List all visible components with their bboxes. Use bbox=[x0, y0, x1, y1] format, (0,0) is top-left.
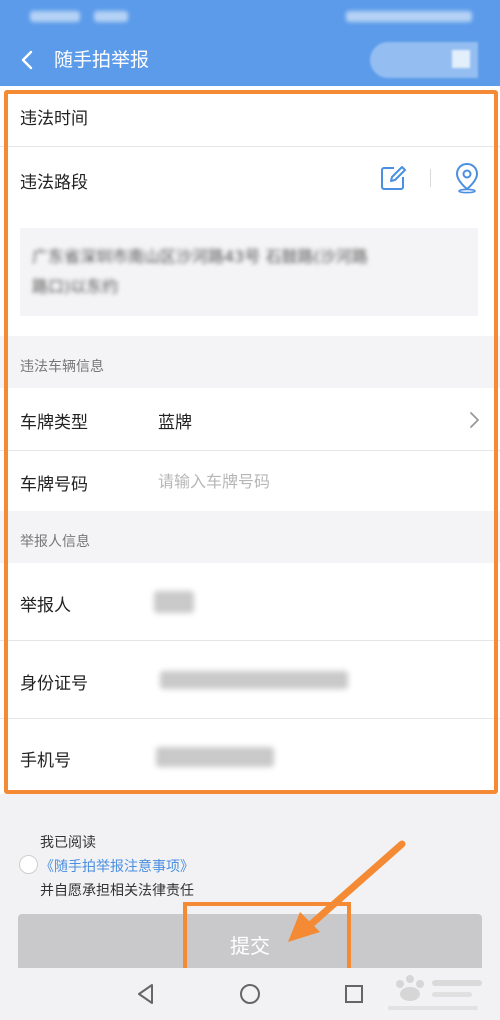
agreement-radio[interactable] bbox=[19, 855, 38, 874]
chevron-left-icon bbox=[21, 50, 33, 70]
divider bbox=[430, 169, 431, 187]
status-bar bbox=[0, 0, 500, 34]
agreement-link[interactable]: 《随手拍举报注意事项》 bbox=[40, 856, 194, 876]
edit-button[interactable] bbox=[378, 163, 408, 193]
app-bar-action-blurred[interactable] bbox=[370, 42, 478, 78]
address-text: 广东省深圳市南山区沙河路43号 石鼓路(沙河路 路口)以东约 bbox=[32, 242, 468, 302]
reporter-name-blurred bbox=[154, 591, 194, 613]
submit-label: 提交 bbox=[230, 934, 270, 958]
status-left-blurred-2 bbox=[94, 11, 128, 22]
status-right-blurred bbox=[346, 11, 472, 22]
violation-time-row[interactable]: 违法时间 bbox=[0, 86, 500, 147]
nav-home-button[interactable] bbox=[236, 980, 264, 1008]
phone-row[interactable]: 手机号 bbox=[0, 719, 500, 794]
triangle-back-icon bbox=[138, 984, 153, 1004]
square-recents-icon bbox=[345, 985, 363, 1003]
report-form: 违法时间 违法路段 广东省深圳市南山区沙河路43号 石鼓路(沙河路 路口)以东约… bbox=[0, 86, 500, 794]
back-button[interactable] bbox=[14, 46, 42, 74]
phone-blurred bbox=[156, 747, 274, 767]
location-button[interactable] bbox=[454, 162, 480, 194]
violation-road-label: 违法路段 bbox=[20, 173, 88, 193]
watermark-logo-icon bbox=[388, 975, 482, 1010]
reporter-label: 举报人 bbox=[20, 596, 71, 616]
edit-icon bbox=[381, 166, 406, 190]
vehicle-section-header: 违法车辆信息 bbox=[0, 336, 500, 388]
plate-number-label: 车牌号码 bbox=[20, 475, 88, 495]
plate-number-input[interactable] bbox=[158, 467, 458, 495]
address-line-1: 广东省深圳市南山区沙河路43号 石鼓路(沙河路 bbox=[32, 247, 368, 266]
plate-type-row[interactable]: 车牌类型 蓝牌 bbox=[0, 388, 500, 451]
address-line-2: 路口)以东约 bbox=[32, 277, 119, 296]
blurred-square bbox=[452, 50, 470, 68]
violation-time-label: 违法时间 bbox=[20, 109, 88, 129]
nav-back-button[interactable] bbox=[132, 980, 160, 1008]
vehicle-section-title: 违法车辆信息 bbox=[20, 359, 104, 375]
page-title: 随手拍举报 bbox=[54, 49, 150, 71]
app-bar: 随手拍举报 bbox=[0, 34, 500, 86]
violation-road-row: 违法路段 bbox=[0, 147, 500, 211]
circle-home-icon bbox=[240, 984, 260, 1004]
id-number-blurred bbox=[160, 671, 348, 689]
address-box[interactable]: 广东省深圳市南山区沙河路43号 石鼓路(沙河路 路口)以东约 bbox=[20, 228, 478, 316]
plate-number-row: 车牌号码 bbox=[0, 451, 500, 511]
plate-type-label: 车牌类型 bbox=[20, 413, 88, 433]
agreement-line-1: 我已阅读 bbox=[40, 835, 96, 851]
arrow-annotation-icon bbox=[288, 840, 406, 942]
submit-button[interactable]: 提交 bbox=[18, 914, 482, 972]
id-number-row[interactable]: 身份证号 bbox=[0, 641, 500, 719]
reporter-section-header: 举报人信息 bbox=[0, 511, 500, 563]
plate-type-value: 蓝牌 bbox=[158, 413, 192, 433]
agreement-line-2: 并自愿承担相关法律责任 bbox=[40, 883, 194, 899]
location-pin-icon bbox=[455, 162, 479, 194]
id-number-label: 身份证号 bbox=[20, 674, 88, 694]
status-left-blurred bbox=[30, 11, 80, 22]
phone-label: 手机号 bbox=[20, 751, 71, 771]
nav-recents-button[interactable] bbox=[340, 980, 368, 1008]
reporter-row[interactable]: 举报人 bbox=[0, 563, 500, 641]
reporter-section-title: 举报人信息 bbox=[20, 534, 90, 550]
chevron-right-icon bbox=[470, 412, 479, 428]
